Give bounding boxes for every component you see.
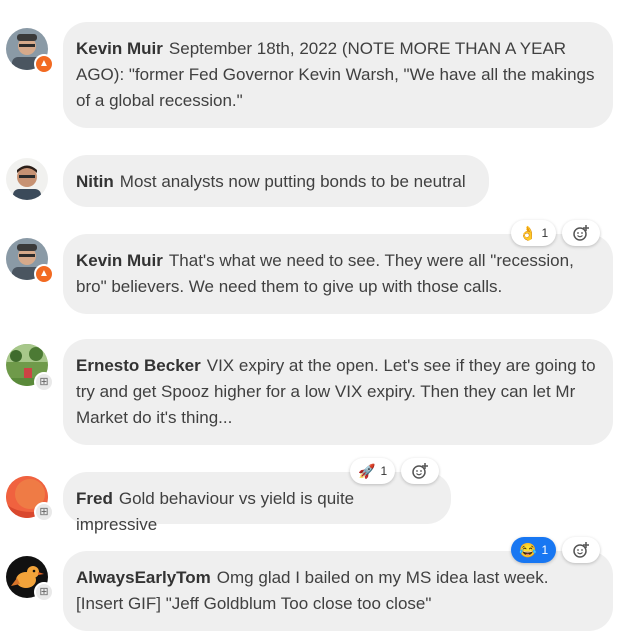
add-reaction-button[interactable] xyxy=(401,458,440,484)
member-icon: ⊞ xyxy=(34,502,54,522)
message-bubble: Nitin Most analysts now putting bonds to … xyxy=(63,155,489,207)
reaction-count: 1 xyxy=(541,543,549,557)
message-bubble: AlwaysEarlyTom Omg glad I bailed on my MS… xyxy=(63,551,613,631)
member-icon: ⊞ xyxy=(34,372,54,392)
reaction-bar: 👌 1 xyxy=(511,220,601,246)
reaction-count: 1 xyxy=(541,226,549,240)
avatar[interactable] xyxy=(6,158,48,200)
message-bubble: Kevin Muir September 18th, 2022 (NOTE MOR… xyxy=(63,22,613,128)
add-reaction-button[interactable] xyxy=(562,537,601,563)
author-name[interactable]: AlwaysEarlyTom xyxy=(76,568,211,587)
laughing-icon: 😂 xyxy=(519,542,537,558)
message-bubble: Kevin Muir That's what we need to see. Th… xyxy=(63,234,613,314)
add-emoji-icon xyxy=(412,463,429,479)
member-icon: ⊞ xyxy=(34,582,54,602)
message-text: Gold behaviour vs yield is quite impress… xyxy=(76,489,355,534)
ok-hand-icon: 👌 xyxy=(519,225,537,241)
fire-icon: ▲ xyxy=(34,264,54,284)
rocket-icon: 🚀 xyxy=(358,463,376,479)
message-bubble: Ernesto Becker VIX expiry at the open. Le… xyxy=(63,339,613,445)
reaction-count: 1 xyxy=(380,464,388,478)
author-name[interactable]: Fred xyxy=(76,489,113,508)
add-emoji-icon xyxy=(573,542,590,558)
author-name[interactable]: Ernesto Becker xyxy=(76,356,201,375)
reaction-laughing[interactable]: 😂 1 xyxy=(511,537,557,563)
message-text: Most analysts now putting bonds to be ne… xyxy=(119,172,466,191)
add-emoji-icon xyxy=(573,225,590,241)
reaction-bar: 🚀 1 xyxy=(350,458,440,484)
reaction-bar: 😂 1 xyxy=(511,537,601,563)
reaction-rocket[interactable]: 🚀 1 xyxy=(350,458,396,484)
author-name[interactable]: Kevin Muir xyxy=(76,251,163,270)
author-name[interactable]: Nitin xyxy=(76,172,114,191)
reaction-ok-hand[interactable]: 👌 1 xyxy=(511,220,557,246)
add-reaction-button[interactable] xyxy=(562,220,601,246)
fire-icon: ▲ xyxy=(34,54,54,74)
author-name[interactable]: Kevin Muir xyxy=(76,39,163,58)
